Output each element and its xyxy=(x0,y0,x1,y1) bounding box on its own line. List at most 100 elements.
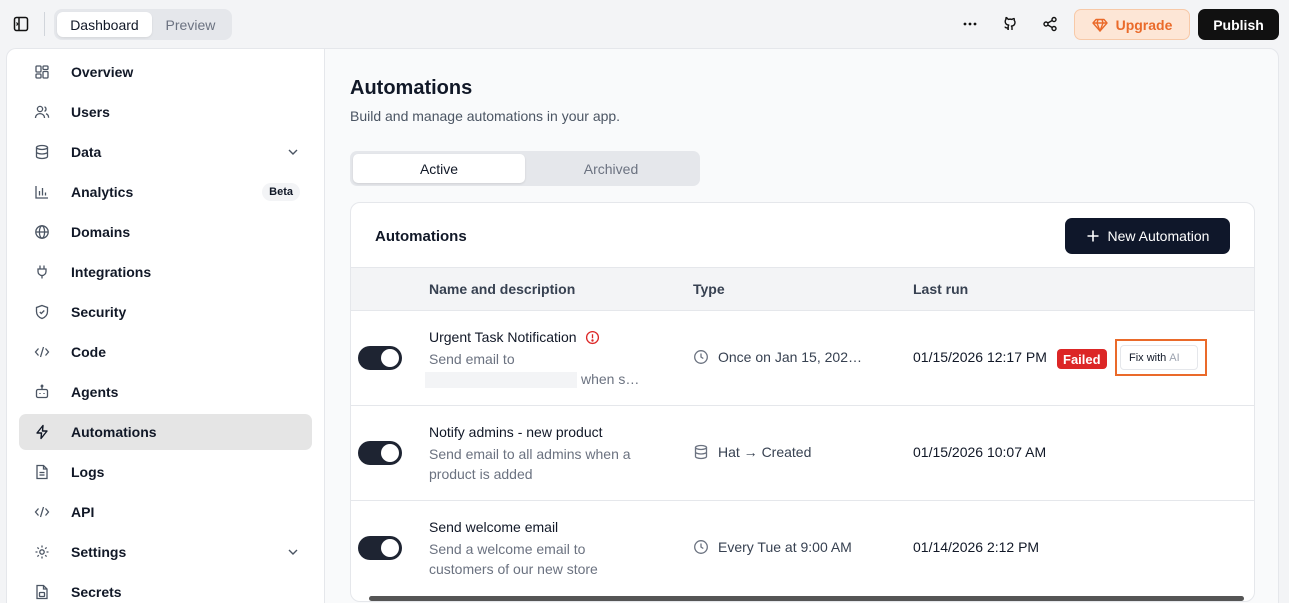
fix-label: Fix with xyxy=(1129,351,1167,364)
sidebar-item-label: Analytics xyxy=(71,184,134,200)
automations-card: Automations New Automation Name and desc… xyxy=(350,202,1255,602)
code-icon xyxy=(33,503,51,521)
last-run: 01/15/2026 12:17 PM xyxy=(913,349,1047,365)
sidebar-item-agents[interactable]: Agents xyxy=(19,374,312,410)
sidebar-item-api[interactable]: API xyxy=(19,494,312,530)
share-icon[interactable] xyxy=(1038,12,1062,36)
top-bar: Dashboard Preview Upgrade Publish xyxy=(0,0,1289,48)
lightning-icon xyxy=(33,423,51,441)
github-icon[interactable] xyxy=(998,12,1022,36)
gear-icon xyxy=(33,543,51,561)
clock-icon xyxy=(693,349,709,365)
sidebar-item-label: Agents xyxy=(71,384,119,400)
description-line: product is added xyxy=(429,466,533,482)
fix-label-ai: AI xyxy=(1169,351,1180,364)
sidebar-item-overview[interactable]: Overview xyxy=(19,54,312,90)
database-icon xyxy=(33,143,51,161)
chevron-down-icon[interactable] xyxy=(286,144,302,160)
sidebar-item-label: Overview xyxy=(71,64,134,80)
description-line: Send email to all admins when a xyxy=(429,446,631,462)
enabled-toggle[interactable] xyxy=(358,441,402,465)
bar-chart-icon xyxy=(33,183,51,201)
code-icon xyxy=(33,343,51,361)
sidebar-item-label: Domains xyxy=(71,224,131,240)
description-line: Send email to xyxy=(429,351,515,367)
sidebar-item-label: Users xyxy=(71,104,110,120)
table-row[interactable]: Notify admins - new product Send email t… xyxy=(351,406,1254,501)
sidebar-item-settings[interactable]: Settings xyxy=(19,534,312,570)
column-header-name[interactable]: Name and description xyxy=(429,281,575,297)
highlight-box: Fix with AI xyxy=(1115,339,1207,376)
sidebar-toggle-icon[interactable] xyxy=(8,11,34,37)
sidebar-item-automations[interactable]: Automations xyxy=(19,414,312,450)
main-content: Automations Build and manage automations… xyxy=(324,48,1279,603)
automation-description: Send a welcome email to customers of our… xyxy=(429,539,654,579)
horizontal-scrollbar[interactable] xyxy=(369,596,1244,601)
upgrade-button[interactable]: Upgrade xyxy=(1074,9,1190,40)
new-automation-label: New Automation xyxy=(1107,228,1210,244)
sidebar-item-label: Code xyxy=(71,344,106,360)
page-title: Automations xyxy=(350,77,473,99)
status-badge: Failed xyxy=(1057,349,1107,369)
publish-button[interactable]: Publish xyxy=(1198,9,1279,40)
automation-name: Urgent Task Notification xyxy=(429,329,600,345)
sidebar-item-domains[interactable]: Domains xyxy=(19,214,312,250)
divider xyxy=(44,12,45,36)
new-automation-button[interactable]: New Automation xyxy=(1065,218,1230,254)
mode-switch: Dashboard Preview xyxy=(54,9,232,40)
card-title: Automations xyxy=(375,228,467,245)
sidebar-item-security[interactable]: Security xyxy=(19,294,312,330)
sidebar-item-label: Security xyxy=(71,304,127,320)
users-icon xyxy=(33,103,51,121)
tab-preview[interactable]: Preview xyxy=(152,12,229,37)
file-lock-icon xyxy=(33,583,51,601)
sidebar-item-logs[interactable]: Logs xyxy=(19,454,312,490)
plug-icon xyxy=(33,263,51,281)
automation-name: Send welcome email xyxy=(429,519,559,535)
sidebar-item-label: Integrations xyxy=(71,264,152,280)
more-icon[interactable] xyxy=(958,12,982,36)
description-line: Send a welcome email to xyxy=(429,541,586,557)
tab-archived[interactable]: Archived xyxy=(525,154,697,183)
plus-icon xyxy=(1086,229,1100,243)
sidebar-item-label: API xyxy=(71,504,95,520)
automation-type: Once on Jan 15, 202… xyxy=(693,349,862,365)
table-row[interactable]: Send welcome email Send a welcome email … xyxy=(351,501,1254,596)
sidebar: Overview Users Data Analytics Beta Domai… xyxy=(6,48,324,603)
sidebar-item-users[interactable]: Users xyxy=(19,94,312,130)
sidebar-item-secrets[interactable]: Secrets xyxy=(19,574,312,603)
column-header-last-run[interactable]: Last run xyxy=(913,281,968,297)
description-line: when s… xyxy=(425,369,654,389)
last-run: 01/15/2026 10:07 AM xyxy=(913,444,1047,460)
column-header-type[interactable]: Type xyxy=(693,281,725,297)
table-row[interactable]: Urgent Task Notification Send email to w… xyxy=(351,311,1254,406)
tab-dashboard[interactable]: Dashboard xyxy=(57,12,152,37)
sidebar-item-analytics[interactable]: Analytics Beta xyxy=(19,174,312,210)
last-run: 01/14/2026 2:12 PM xyxy=(913,539,1040,555)
chevron-down-icon[interactable] xyxy=(286,544,302,560)
sidebar-item-data[interactable]: Data xyxy=(19,134,312,170)
type-text: Hat → Created xyxy=(718,444,812,460)
clock-icon xyxy=(693,539,709,555)
tab-active[interactable]: Active xyxy=(353,154,525,183)
sidebar-item-code[interactable]: Code xyxy=(19,334,312,370)
database-icon xyxy=(693,444,709,460)
redacted-recipient xyxy=(425,372,577,389)
upgrade-label: Upgrade xyxy=(1115,16,1173,33)
description-line: customers of our new store xyxy=(429,561,598,577)
automation-name-text: Urgent Task Notification xyxy=(429,329,577,345)
enabled-toggle[interactable] xyxy=(358,346,402,370)
automation-type: Hat → Created xyxy=(693,444,811,460)
file-text-icon xyxy=(33,463,51,481)
sidebar-item-label: Secrets xyxy=(71,584,122,600)
grid-icon xyxy=(33,63,51,81)
fix-with-ai-button[interactable]: Fix with AI xyxy=(1120,345,1198,370)
description-text: when s… xyxy=(581,371,640,387)
shield-icon xyxy=(33,303,51,321)
diamond-icon xyxy=(1091,17,1108,33)
type-text: Every Tue at 9:00 AM xyxy=(718,539,852,555)
sidebar-item-integrations[interactable]: Integrations xyxy=(19,254,312,290)
automation-description: Send email to all admins when a product … xyxy=(429,444,654,484)
enabled-toggle[interactable] xyxy=(358,536,402,560)
automation-description: Send email to when s… xyxy=(425,349,654,389)
